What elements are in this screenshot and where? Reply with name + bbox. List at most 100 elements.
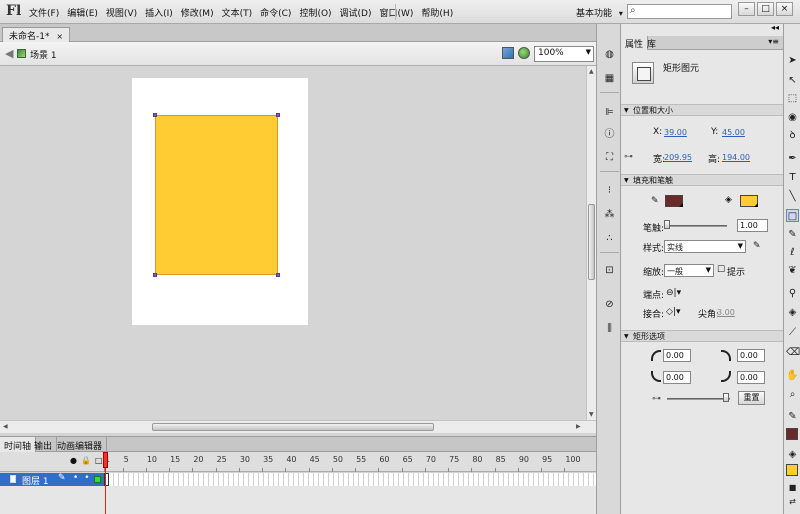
brush-tool-icon[interactable]: ℓ bbox=[786, 246, 799, 259]
document-tab[interactable]: 未命名-1* × bbox=[2, 27, 71, 42]
section-fill-stroke[interactable]: 填充和笔触 bbox=[621, 174, 783, 186]
menu-help[interactable]: 帮助(H) bbox=[417, 6, 457, 19]
miter-value[interactable]: 3.00 bbox=[717, 308, 735, 317]
lasso-tool-icon[interactable]: ꝺ bbox=[786, 129, 799, 142]
hint-checkbox[interactable]: ☐ bbox=[717, 265, 725, 275]
pencil-tool-icon[interactable]: ✎ bbox=[786, 228, 799, 241]
eraser-tool-icon[interactable]: ⌫ bbox=[786, 346, 800, 359]
stroke-slider[interactable] bbox=[666, 225, 727, 227]
link-dimensions-icon[interactable]: ⊶ bbox=[624, 152, 633, 162]
panel-menu-icon[interactable]: ▾≡ bbox=[768, 37, 779, 46]
align-panel-icon[interactable]: ⊫ bbox=[603, 106, 616, 119]
motion-presets-icon[interactable]: ∴ bbox=[603, 232, 616, 245]
layer-info[interactable]: 图层 1 ✎ •• bbox=[0, 473, 104, 487]
zoom-tool-icon[interactable]: ⌕ bbox=[786, 388, 799, 401]
line-tool-icon[interactable]: ╲ bbox=[786, 190, 799, 203]
edit-stroke-style-icon[interactable]: ✎ bbox=[753, 241, 761, 251]
menu-view[interactable]: 视图(V) bbox=[102, 6, 141, 19]
stroke-width-input[interactable]: 1.00 bbox=[737, 219, 768, 232]
free-transform-tool-icon[interactable]: ⬚ bbox=[786, 92, 799, 105]
y-value[interactable]: 45.00 bbox=[722, 128, 745, 137]
corner-radius-slider[interactable] bbox=[667, 398, 730, 400]
handle-bottom-left[interactable] bbox=[153, 273, 157, 277]
collapse-icon[interactable]: ◂◂ bbox=[771, 23, 779, 32]
lock-icon[interactable]: 🔒 bbox=[81, 456, 95, 465]
restore-button[interactable]: □ bbox=[757, 2, 774, 16]
scale-mode-select[interactable]: 一般 ▼ bbox=[664, 264, 714, 277]
eye-icon[interactable]: ● bbox=[70, 456, 81, 465]
info-panel-icon[interactable]: ⓘ bbox=[603, 128, 616, 141]
paint-bucket-tool-icon[interactable]: ◈ bbox=[786, 306, 799, 319]
corner-bottom-right-input[interactable]: 0.00 bbox=[737, 371, 765, 384]
menu-commands[interactable]: 命令(C) bbox=[256, 6, 295, 19]
transform-panel-icon[interactable]: ⛶ bbox=[603, 151, 616, 164]
hand-tool-icon[interactable]: ✋ bbox=[786, 369, 799, 382]
actions-panel-icon[interactable]: ⊘ bbox=[603, 298, 616, 311]
handle-top-right[interactable] bbox=[276, 113, 280, 117]
scroll-right-icon[interactable]: ▶ bbox=[576, 423, 581, 430]
handle-top-left[interactable] bbox=[153, 113, 157, 117]
rectangle-primitive[interactable] bbox=[153, 113, 280, 277]
stage-pasteboard[interactable] bbox=[0, 66, 586, 420]
subselection-tool-icon[interactable]: ↖ bbox=[786, 74, 799, 87]
stage-artboard[interactable] bbox=[132, 78, 308, 325]
bone-tool-icon[interactable]: ⚲ bbox=[786, 287, 799, 300]
scroll-down-icon[interactable]: ▼ bbox=[589, 411, 594, 418]
color-panel-icon[interactable]: ◍ bbox=[603, 48, 616, 61]
swap-colors-icon[interactable]: ⇄ bbox=[786, 495, 799, 508]
section-position-size[interactable]: 位置和大小 bbox=[621, 104, 783, 116]
scene-panel-icon[interactable]: ⊡ bbox=[603, 264, 616, 277]
menu-insert[interactable]: 插入(I) bbox=[141, 6, 177, 19]
3d-rotation-tool-icon[interactable]: ◉ bbox=[786, 111, 799, 124]
stage-horizontal-scrollbar[interactable]: ◀ ▶ bbox=[0, 420, 596, 433]
menu-edit[interactable]: 编辑(E) bbox=[63, 6, 102, 19]
close-button[interactable]: × bbox=[776, 2, 793, 16]
corner-top-right-input[interactable]: 0.00 bbox=[737, 349, 765, 362]
corner-bottom-left-input[interactable]: 0.00 bbox=[663, 371, 691, 384]
x-value[interactable]: 39.00 bbox=[664, 128, 687, 137]
menu-text[interactable]: 文本(T) bbox=[218, 6, 257, 19]
menu-debug[interactable]: 调试(D) bbox=[336, 6, 376, 19]
menu-control[interactable]: 控制(O) bbox=[295, 6, 335, 19]
layer-visibility-dots[interactable]: •• bbox=[73, 473, 96, 483]
frame-ruler[interactable]: 1510152025303540455055606570758085909510… bbox=[104, 452, 596, 472]
eyedropper-tool-icon[interactable]: ⟋ bbox=[786, 326, 799, 339]
minimize-button[interactable]: – bbox=[738, 2, 755, 16]
pen-tool-icon[interactable]: ✒ bbox=[786, 152, 799, 165]
tab-library[interactable]: 库 bbox=[643, 36, 660, 50]
section-rectangle-options[interactable]: 矩形选项 bbox=[621, 330, 783, 342]
swatches-panel-icon[interactable]: ▦ bbox=[603, 72, 616, 85]
code-snippets-icon[interactable]: ⁝ bbox=[603, 184, 616, 197]
history-panel-icon[interactable]: ⫼ bbox=[603, 322, 616, 335]
layer-frames[interactable] bbox=[104, 473, 596, 486]
height-value[interactable]: 194.00 bbox=[722, 153, 750, 162]
stroke-style-select[interactable]: 实线 ▼ bbox=[664, 240, 746, 253]
rectangle-primitive-tool-icon[interactable]: □ bbox=[786, 209, 799, 222]
workspace-switcher[interactable]: 基本功能 ▾ bbox=[576, 6, 623, 19]
edit-symbols-icon[interactable] bbox=[502, 47, 514, 59]
join-select[interactable]: ◇|▾ bbox=[666, 307, 680, 317]
deco-tool-icon[interactable]: ❦ bbox=[786, 264, 799, 277]
corner-radius-slider-knob[interactable] bbox=[723, 393, 729, 402]
layer-outline-color[interactable] bbox=[94, 476, 101, 483]
lock-corners-icon[interactable]: ⊶ bbox=[652, 394, 661, 404]
menu-modify[interactable]: 修改(M) bbox=[177, 6, 218, 19]
scroll-up-icon[interactable]: ▲ bbox=[589, 68, 594, 75]
fill-color-tool-swatch[interactable] bbox=[786, 464, 798, 476]
reset-button[interactable]: 重置 bbox=[738, 391, 765, 405]
stroke-slider-knob[interactable] bbox=[664, 220, 670, 229]
zoom-select[interactable]: 100% ▼ bbox=[534, 46, 594, 62]
menu-file[interactable]: 文件(F) bbox=[25, 6, 63, 19]
stroke-color-swatch[interactable] bbox=[665, 195, 683, 207]
tab-motion-editor[interactable]: 动画编辑器 bbox=[53, 437, 108, 452]
edit-scene-icon[interactable] bbox=[518, 47, 530, 59]
width-value[interactable]: 209.95 bbox=[664, 153, 692, 162]
layer-row[interactable]: 图层 1 ✎ •• bbox=[0, 473, 596, 487]
corner-top-left-input[interactable]: 0.00 bbox=[663, 349, 691, 362]
selection-tool-icon[interactable]: ➤ bbox=[786, 54, 799, 67]
stage-vertical-scrollbar[interactable]: ▲ ▼ bbox=[586, 66, 596, 420]
vertical-scroll-thumb[interactable] bbox=[588, 204, 595, 280]
stroke-color-tool-swatch[interactable] bbox=[786, 428, 798, 440]
default-colors-icon[interactable]: ■ bbox=[786, 481, 799, 494]
horizontal-scroll-thumb[interactable] bbox=[152, 423, 434, 431]
